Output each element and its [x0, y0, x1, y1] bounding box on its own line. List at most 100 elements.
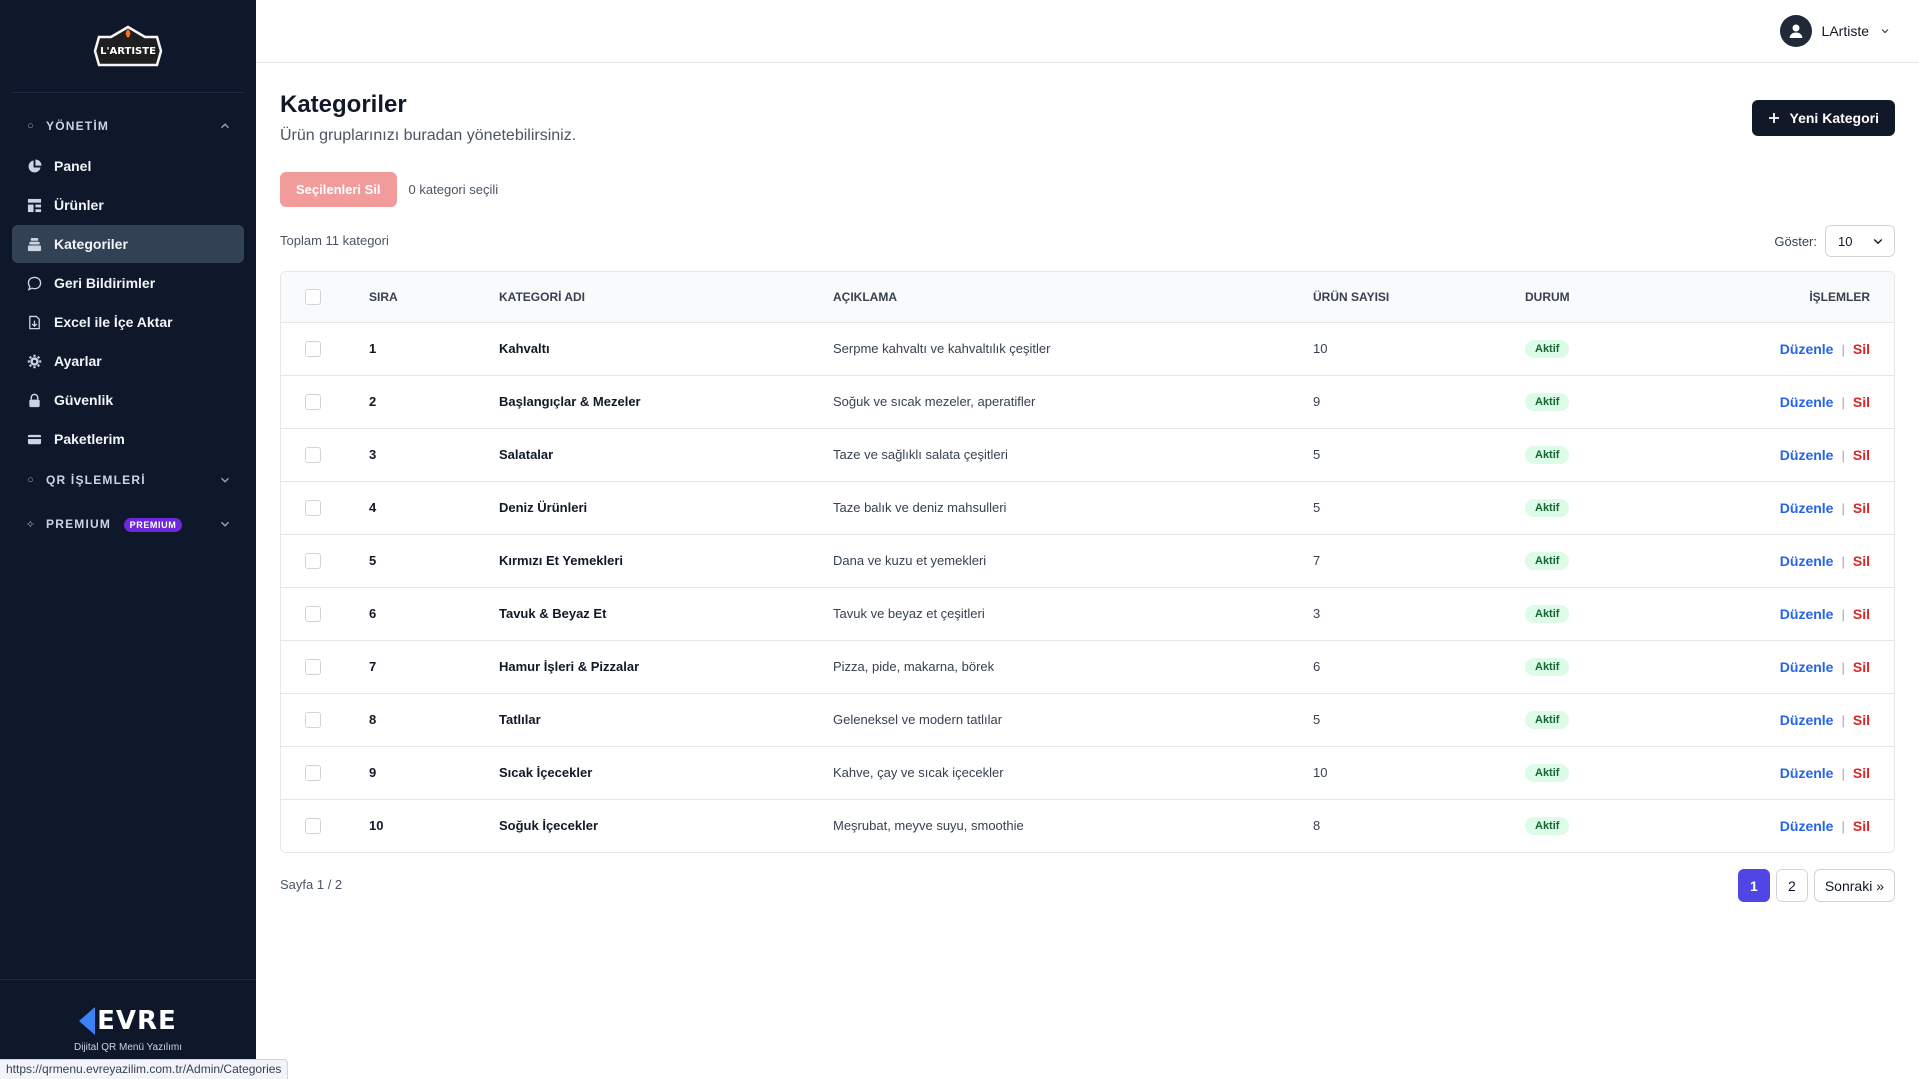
cell-count: 5 — [1313, 480, 1525, 534]
col-count[interactable]: ÜRÜN SAYISI — [1313, 272, 1525, 322]
brand-logo[interactable]: L'ARTISTE — [91, 21, 165, 71]
new-category-label: Yeni Kategori — [1789, 110, 1879, 126]
edit-link[interactable]: Düzenle — [1780, 341, 1834, 357]
user-menu[interactable]: LArtiste — [1779, 15, 1891, 47]
status-badge: Aktif — [1525, 816, 1570, 835]
card-icon — [26, 431, 42, 447]
cell-desc: Taze balık ve deniz mahsulleri — [833, 480, 1313, 534]
page-size-select[interactable]: 10 — [1825, 225, 1895, 257]
pagination-info: Sayfa 1 / 2 — [280, 877, 343, 892]
action-separator: | — [1841, 765, 1845, 781]
section-premium[interactable]: ✧ PREMIUM PREMIUM — [0, 503, 256, 545]
cell-name: Hamur İşleri & Pizzalar — [499, 639, 833, 693]
pie-chart-icon — [26, 158, 42, 174]
cell-count: 10 — [1313, 745, 1525, 799]
delete-link[interactable]: Sil — [1853, 606, 1870, 622]
chevron-up-icon — [221, 123, 229, 129]
delete-link[interactable]: Sil — [1853, 712, 1870, 728]
new-category-button[interactable]: Yeni Kategori — [1751, 100, 1895, 136]
section-yonetim[interactable]: ○ YÖNETİM — [0, 105, 256, 147]
sidebar-item-urunler[interactable]: Ürünler — [12, 186, 244, 224]
edit-link[interactable]: Düzenle — [1780, 818, 1834, 834]
row-checkbox[interactable] — [305, 340, 321, 357]
grid-icon — [26, 197, 42, 213]
top-bar: LArtiste — [256, 0, 1919, 63]
delete-selected-button[interactable]: Seçilenleri Sil — [280, 172, 397, 207]
delete-link[interactable]: Sil — [1853, 659, 1870, 675]
sidebar-item-paketlerim[interactable]: Paketlerim — [12, 420, 244, 458]
sidebar-item-guvenlik[interactable]: Güvenlik — [12, 381, 244, 419]
cell-name: Sıcak İçecekler — [499, 745, 833, 799]
next-page-button[interactable]: Sonraki » — [1813, 869, 1895, 902]
cell-count: 6 — [1313, 639, 1525, 693]
delete-link[interactable]: Sil — [1853, 341, 1870, 357]
table-header-row: SIRA KATEGORİ ADI AÇIKLAMA ÜRÜN SAYISI D… — [281, 272, 1894, 322]
row-checkbox[interactable] — [305, 393, 321, 410]
page-button-1[interactable]: 1 — [1737, 869, 1770, 902]
row-checkbox[interactable] — [305, 818, 321, 835]
page-size-control: Göster: 10 — [1774, 225, 1895, 257]
evre-logo[interactable]: EVRE — [79, 1006, 177, 1036]
delete-link[interactable]: Sil — [1853, 553, 1870, 569]
sidebar-item-panel[interactable]: Panel — [12, 147, 244, 185]
table-row: 4 Deniz Ürünleri Taze balık ve deniz mahsu… — [281, 480, 1894, 534]
delete-link[interactable]: Sil — [1853, 447, 1870, 463]
premium-badge: PREMIUM — [123, 517, 183, 532]
cell-desc: Kahve, çay ve sıcak içecekler — [833, 745, 1313, 799]
page-subtitle: Ürün gruplarınızı buradan yönetebilirsin… — [280, 127, 577, 144]
delete-link[interactable]: Sil — [1853, 394, 1870, 410]
edit-link[interactable]: Düzenle — [1780, 447, 1834, 463]
row-checkbox[interactable] — [305, 552, 321, 569]
delete-link[interactable]: Sil — [1853, 818, 1870, 834]
brand-logo-area: L'ARTISTE — [12, 0, 244, 93]
row-checkbox[interactable] — [305, 764, 321, 781]
selected-count: 0 kategori seçili — [408, 182, 499, 197]
row-checkbox[interactable] — [305, 446, 321, 463]
col-desc: AÇIKLAMA — [833, 289, 897, 304]
chevron-down-icon — [221, 521, 229, 527]
sidebar-item-geri-bildirimler[interactable]: Geri Bildirimler — [12, 264, 244, 302]
file-import-icon — [26, 314, 42, 330]
edit-link[interactable]: Düzenle — [1780, 659, 1834, 675]
col-sira[interactable]: SIRA — [369, 272, 499, 322]
cell-name: Başlangıçlar & Mezeler — [499, 374, 833, 428]
edit-link[interactable]: Düzenle — [1780, 712, 1834, 728]
edit-link[interactable]: Düzenle — [1780, 394, 1834, 410]
edit-link[interactable]: Düzenle — [1780, 500, 1834, 516]
action-separator: | — [1841, 394, 1845, 410]
avatar — [1779, 15, 1812, 47]
action-separator: | — [1841, 500, 1845, 516]
table-row: 10 Soğuk İçecekler Meşrubat, meyve suyu, s… — [281, 798, 1894, 852]
row-checkbox[interactable] — [305, 605, 321, 622]
sidebar-item-ayarlar[interactable]: Ayarlar — [12, 342, 244, 380]
cell-count: 10 — [1313, 321, 1525, 375]
edit-link[interactable]: Düzenle — [1780, 553, 1834, 569]
delete-link[interactable]: Sil — [1853, 765, 1870, 781]
cell-count: 3 — [1313, 586, 1525, 640]
delete-link[interactable]: Sil — [1853, 500, 1870, 516]
sidebar-item-label: Güvenlik — [54, 392, 114, 408]
cell-desc: Tavuk ve beyaz et çeşitleri — [833, 586, 1313, 640]
section-qr[interactable]: ○ QR İŞLEMLERİ — [0, 459, 256, 501]
edit-link[interactable]: Düzenle — [1780, 606, 1834, 622]
user-name: LArtiste — [1821, 23, 1869, 39]
sidebar-item-excel-import[interactable]: Excel ile İçe Aktar — [12, 303, 244, 341]
row-checkbox[interactable] — [305, 711, 321, 728]
chevron-down-icon — [1873, 239, 1883, 245]
edit-link[interactable]: Düzenle — [1780, 765, 1834, 781]
cell-desc: Geleneksel ve modern tatlılar — [833, 692, 1313, 746]
sidebar-item-kategoriler[interactable]: Kategoriler — [12, 225, 244, 263]
evre-logo-text: EVRE — [97, 1006, 177, 1036]
cell-sira: 8 — [369, 692, 499, 746]
row-checkbox[interactable] — [305, 499, 321, 516]
cell-sira: 2 — [369, 374, 499, 428]
select-all-checkbox[interactable] — [305, 288, 321, 305]
col-name[interactable]: KATEGORİ ADI — [499, 272, 833, 322]
status-badge: Aktif — [1525, 392, 1570, 411]
sidebar-item-label: Paketlerim — [54, 431, 125, 447]
row-checkbox[interactable] — [305, 658, 321, 675]
page-button-2[interactable]: 2 — [1775, 869, 1808, 902]
cell-name: Tavuk & Beyaz Et — [499, 586, 833, 640]
cell-name: Salatalar — [499, 427, 833, 481]
table-row: 1 Kahvaltı Serpme kahvaltı ve kahvaltılık … — [281, 321, 1894, 375]
